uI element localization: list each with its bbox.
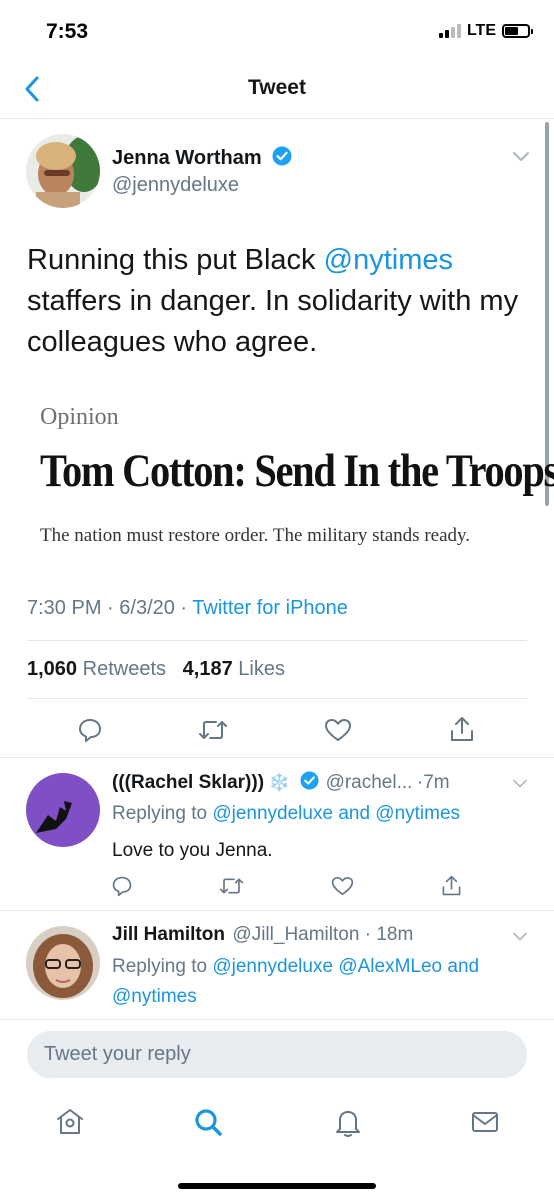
avatar-image	[26, 134, 100, 208]
bell-icon	[336, 1111, 360, 1137]
replying-to-links[interactable]: @jennydeluxe and @nytimes	[212, 803, 460, 824]
tab-search[interactable]	[188, 1102, 228, 1142]
signal-icon	[438, 24, 461, 38]
replying-to-label: Replying to	[112, 956, 213, 977]
author-handle[interactable]: @jennydeluxe	[112, 174, 239, 197]
home-indicator[interactable]	[178, 1183, 376, 1189]
replying-to-label: Replying to	[112, 803, 213, 824]
reply-author-name[interactable]: (((Rachel Sklar)))	[112, 772, 264, 793]
network-label: LTE	[466, 22, 496, 39]
author-line[interactable]: Jenna Wortham	[112, 146, 292, 170]
status-time: 7:53	[46, 20, 89, 43]
tweet-stats: 1,060 Retweets 4,187 Likes	[27, 658, 285, 681]
image-dek: The nation must restore order. The milit…	[40, 525, 471, 546]
reply-button[interactable]	[72, 714, 108, 746]
like-button[interactable]	[320, 714, 356, 746]
tab-home[interactable]	[50, 1102, 90, 1142]
likes-stat[interactable]: 4,187 Likes	[183, 658, 285, 680]
reply-handle[interactable]: @Jill_Hamilton	[232, 924, 359, 945]
retweet-icon	[219, 878, 243, 894]
search-icon	[195, 1109, 222, 1136]
tweet-time: 7:30 PM	[27, 597, 102, 619]
divider	[0, 1019, 554, 1020]
avatar[interactable]	[26, 773, 100, 847]
heart-icon	[325, 719, 351, 741]
reply-header: (((Rachel Sklar))) ❄️ @rachel... ·7m	[112, 771, 450, 793]
image-kicker: Opinion	[40, 404, 119, 430]
reply-handle[interactable]: @rachel...	[326, 772, 413, 793]
retweets-count: 1,060	[27, 658, 78, 680]
replying-to: Replying to @jennydeluxe @AlexMLeo and @n…	[112, 952, 532, 1012]
likes-label: Likes	[238, 658, 285, 680]
avatar[interactable]	[26, 926, 100, 1000]
replying-to-links[interactable]: @jennydeluxe @AlexMLeo and	[212, 956, 479, 977]
reply-button[interactable]	[108, 872, 136, 900]
reply-input[interactable]: Tweet your reply	[27, 1031, 527, 1078]
likes-count: 4,187	[182, 658, 233, 680]
like-button[interactable]	[328, 872, 356, 900]
image-headline: Tom Cotton: Send In the Troops	[40, 445, 554, 497]
retweet-icon	[199, 721, 227, 739]
reply-icon	[79, 719, 101, 742]
tweet-text-part: Running this put Black	[27, 244, 324, 276]
chevron-down-icon	[513, 932, 527, 941]
heart-icon	[331, 876, 353, 896]
home-icon	[57, 1109, 83, 1134]
mention-link[interactable]: @nytimes	[324, 244, 453, 276]
status-indicators: LTE	[438, 22, 533, 40]
reply-age: 7m	[423, 772, 450, 793]
page-title: Tweet	[248, 76, 306, 99]
replying-to: Replying to @jennydeluxe and @nytimes	[112, 799, 460, 829]
tab-messages[interactable]	[465, 1102, 505, 1142]
divider	[0, 757, 554, 758]
retweets-stat[interactable]: 1,060 Retweets	[27, 658, 166, 680]
tweet-image[interactable]: Opinion Tom Cotton: Send In the Troops T…	[40, 404, 554, 547]
reply-options-button[interactable]	[511, 930, 529, 948]
avatar-image	[26, 773, 100, 847]
mail-icon	[472, 1112, 498, 1132]
replying-to-links[interactable]: @nytimes	[112, 986, 197, 1007]
divider	[27, 698, 527, 699]
reply-age: 18m	[376, 924, 414, 945]
battery-icon	[502, 24, 533, 38]
reply-icon	[112, 876, 132, 897]
tweet-meta: 7:30 PM · 6/3/20 · Twitter for iPhone	[27, 597, 348, 619]
chevron-down-icon	[513, 779, 527, 788]
snowflake-emoji: ❄️	[268, 773, 290, 792]
verified-badge-icon	[272, 146, 292, 166]
divider	[0, 910, 554, 911]
reply-options-button[interactable]	[511, 777, 529, 795]
retweet-button[interactable]	[195, 714, 231, 746]
author-name[interactable]: Jenna Wortham	[112, 147, 262, 169]
retweet-button[interactable]	[217, 872, 245, 900]
share-button[interactable]	[437, 871, 465, 899]
reply-author-name[interactable]: Jill Hamilton	[112, 924, 225, 945]
retweets-label: Retweets	[82, 658, 166, 680]
divider	[27, 640, 527, 641]
share-button[interactable]	[444, 712, 480, 746]
verified-badge-icon	[300, 771, 319, 790]
tweet-date: 6/3/20	[119, 597, 175, 619]
share-icon	[451, 717, 473, 741]
tab-notifications[interactable]	[328, 1102, 368, 1142]
avatar[interactable]	[26, 134, 100, 208]
tweet-options-button[interactable]	[511, 150, 531, 169]
share-icon	[442, 875, 460, 895]
avatar-image	[26, 926, 100, 1000]
nav-divider	[0, 118, 554, 119]
chevron-down-icon	[513, 152, 529, 161]
reply-text: Love to you Jenna.	[112, 840, 273, 861]
tweet-source[interactable]: Twitter for iPhone	[192, 597, 348, 619]
tweet-text-part: staffers in danger. In solidarity with m…	[27, 285, 519, 358]
tweet-text: Running this put Black @nytimes staffers…	[27, 240, 537, 363]
reply-header: Jill Hamilton @Jill_Hamilton · 18m	[112, 924, 414, 945]
